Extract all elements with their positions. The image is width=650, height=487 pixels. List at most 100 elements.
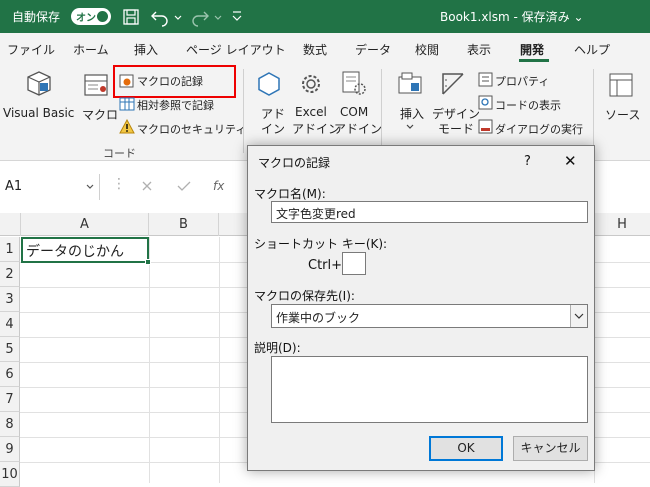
row-header[interactable]: 5 (0, 337, 20, 362)
ctrl-label: Ctrl+ (308, 258, 343, 273)
macro-button[interactable]: マクロ (82, 106, 118, 123)
record-macro-dialog: マクロの記録 ? ✕ マクロ名(M): 文字色変更red ショートカット キー(… (247, 145, 595, 471)
run-dialog-button[interactable]: ダイアログの実行 (495, 121, 583, 137)
excel-addins-gear-icon (302, 75, 320, 93)
formula-bar-handle: ⋮ (112, 176, 126, 192)
properties-button[interactable]: プロパティ (495, 73, 549, 89)
shortcut-key-label: ショートカット キー(K): (254, 237, 388, 251)
ribbon-tabs: ファイル ホーム 挿入 ページ レイアウト 数式 データ 校閲 表示 開発 ヘル… (0, 33, 650, 63)
help-icon[interactable]: ? (524, 154, 531, 169)
chevron-down-icon (406, 124, 414, 129)
store-macro-select[interactable]: 作業中のブック (271, 304, 588, 328)
record-macro-button[interactable]: マクロの記録 (137, 73, 203, 89)
title-bar: 自動保存 オン Book1.xlsm - 保存済み ⌄ (0, 0, 650, 33)
insert-function-icon[interactable]: fx (213, 179, 224, 193)
row-header[interactable]: 2 (0, 262, 20, 287)
store-macro-label: マクロの保存先(I): (254, 289, 355, 303)
close-icon[interactable]: ✕ (564, 152, 577, 170)
grid-line (219, 237, 220, 483)
name-box[interactable]: A1 (0, 174, 100, 200)
record-macro-icon (119, 74, 134, 88)
addin-icon (258, 72, 280, 96)
dialog-title: マクロの記録 (258, 156, 331, 170)
excel-addins-line1[interactable]: Excel (295, 105, 327, 119)
row-header[interactable]: 4 (0, 312, 20, 337)
file-title[interactable]: Book1.xlsm - 保存済み ⌄ (440, 8, 584, 25)
tab-view[interactable]: 表示 (467, 41, 491, 58)
tab-formulas[interactable]: 数式 (303, 41, 327, 58)
tab-file[interactable]: ファイル (7, 41, 55, 58)
com-addins-line1[interactable]: COM (340, 105, 368, 119)
tab-review[interactable]: 校閲 (415, 41, 439, 58)
fill-handle[interactable] (145, 259, 151, 265)
macro-name-label: マクロ名(M): (254, 187, 326, 201)
row-header[interactable]: 9 (0, 437, 20, 462)
shortcut-key-input[interactable] (342, 252, 366, 275)
macro-icon (84, 74, 108, 96)
cell-a1-value: データのじかん (26, 244, 124, 260)
insert-controls-button[interactable]: 挿入 (400, 105, 424, 122)
run-dialog-icon (478, 119, 493, 134)
insert-controls-icon (398, 72, 422, 94)
cancel-entry-icon[interactable] (140, 179, 154, 193)
autosave-toggle[interactable]: オン (71, 8, 111, 25)
column-header-h[interactable]: H (594, 213, 650, 236)
design-mode-icon (442, 73, 464, 95)
autosave-toggle-label: オン (76, 13, 96, 24)
source-icon (609, 73, 633, 97)
description-label: 説明(D): (254, 341, 301, 355)
group-separator (593, 69, 594, 153)
cancel-button[interactable]: キャンセル (513, 436, 588, 461)
warning-icon (119, 119, 135, 134)
tab-insert[interactable]: 挿入 (134, 41, 158, 58)
chevron-down-icon (86, 184, 94, 189)
tab-help[interactable]: ヘルプ (574, 41, 610, 58)
row-header[interactable]: 6 (0, 362, 20, 387)
name-box-value: A1 (5, 179, 23, 194)
column-header-b[interactable]: B (149, 213, 219, 236)
undo-icon[interactable] (150, 7, 184, 27)
tab-home[interactable]: ホーム (73, 41, 109, 58)
addin-button-line2[interactable]: イン (261, 120, 285, 137)
com-addins-icon (342, 71, 366, 95)
active-cell-a1[interactable]: データのじかん (21, 237, 151, 265)
properties-icon (478, 72, 493, 87)
column-header-a[interactable]: A (21, 213, 149, 236)
chevron-down-icon (574, 313, 584, 319)
tab-page-layout[interactable]: ページ レイアウト (186, 41, 286, 58)
row-header[interactable]: 1 (0, 237, 20, 262)
visual-basic-button[interactable]: Visual Basic (3, 106, 74, 120)
row-header[interactable]: 8 (0, 412, 20, 437)
relative-reference-icon (119, 97, 135, 111)
com-addins-line2[interactable]: アドイン (334, 120, 382, 137)
macro-name-value: 文字色変更red (276, 207, 356, 221)
view-code-button[interactable]: コードの表示 (495, 97, 561, 113)
store-macro-value: 作業中のブック (276, 311, 361, 325)
row-header[interactable]: 3 (0, 287, 20, 312)
group-separator (381, 69, 382, 153)
excel-addins-line2[interactable]: アドイン (292, 120, 340, 137)
relative-reference-button[interactable]: 相対参照で記録 (137, 97, 214, 113)
save-icon[interactable] (122, 8, 140, 26)
macro-name-input[interactable]: 文字色変更red (271, 201, 588, 223)
macro-security-button[interactable]: マクロのセキュリティ (137, 121, 246, 137)
customize-toolbar-icon[interactable] (230, 9, 244, 23)
autosave-label: 自動保存 (12, 10, 61, 24)
row-header[interactable]: 7 (0, 387, 20, 412)
confirm-entry-icon[interactable] (176, 179, 192, 193)
autosave-toggle-knob (97, 11, 108, 22)
dropdown-button[interactable] (570, 305, 587, 327)
view-code-icon (478, 95, 493, 110)
source-button[interactable]: ソース (605, 106, 640, 123)
active-tab-indicator (519, 59, 549, 62)
design-mode-line2[interactable]: モード (438, 120, 474, 137)
redo-icon[interactable] (190, 7, 224, 27)
tab-data[interactable]: データ (355, 41, 391, 58)
group-separator (243, 69, 244, 153)
select-all-corner[interactable] (0, 213, 21, 236)
tab-developer[interactable]: 開発 (520, 41, 544, 58)
row-header[interactable]: 10 (0, 462, 20, 487)
description-textarea[interactable] (271, 356, 588, 423)
code-group-label: コード (103, 147, 136, 160)
ok-button[interactable]: OK (429, 436, 503, 461)
